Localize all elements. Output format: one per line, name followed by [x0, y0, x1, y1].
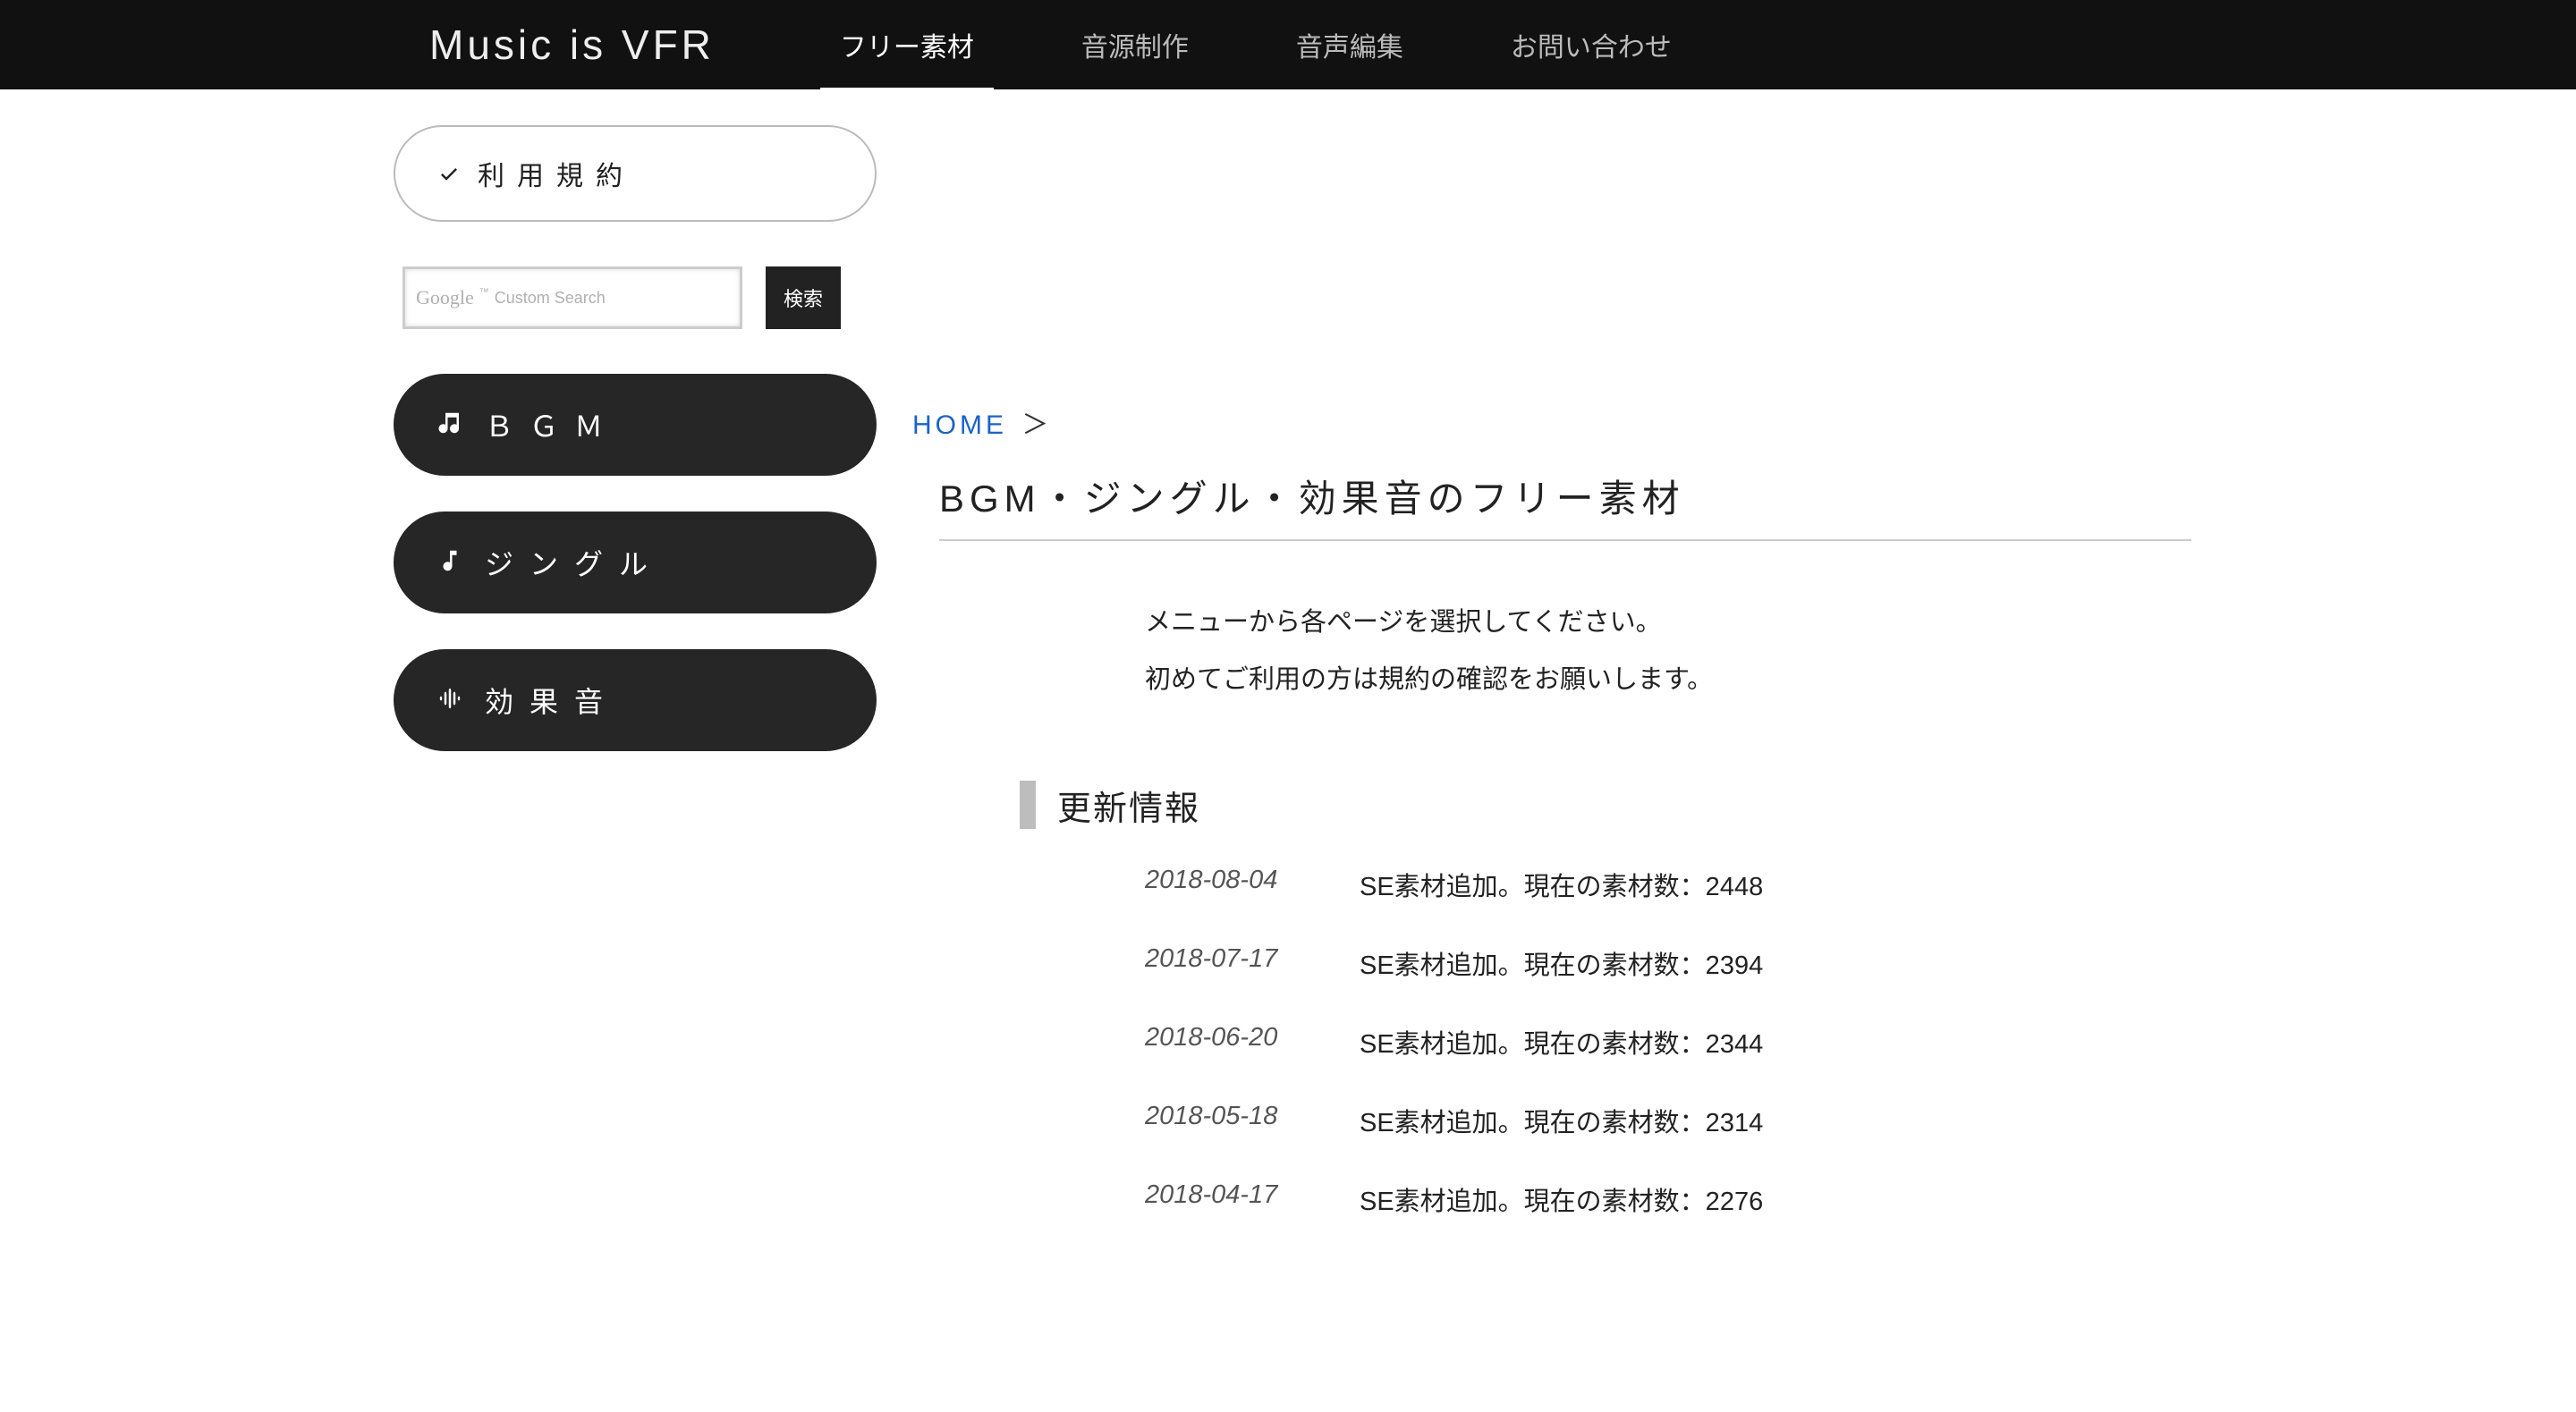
breadcrumb-separator: ＞	[1021, 410, 1048, 440]
update-heading: 更新情報	[1020, 781, 2415, 830]
sound-wave-icon	[436, 685, 463, 716]
terms-label: 利用規約	[478, 154, 635, 193]
search-input[interactable]: Google ™ Custom Search	[402, 266, 742, 329]
sidebar-item-label: ＢＧＭ	[485, 404, 619, 445]
nav-item-2[interactable]: 音声編集	[1242, 0, 1457, 93]
update-date: 2018-07-17	[1145, 944, 1306, 982]
update-desc: SE素材追加。現在の素材数：2448	[1360, 866, 1763, 903]
update-row: 2018-07-17 SE素材追加。現在の素材数：2394	[1145, 944, 2415, 982]
sidebar-item-0[interactable]: ＢＧＭ	[394, 374, 877, 476]
update-desc: SE素材追加。現在の素材数：2314	[1360, 1102, 1763, 1139]
tm-text: ™	[479, 287, 489, 298]
page-title: BGM・ジングル・効果音のフリー素材	[939, 469, 2191, 541]
update-row: 2018-06-20 SE素材追加。現在の素材数：2344	[1145, 1023, 2415, 1061]
update-date: 2018-08-04	[1145, 866, 1306, 903]
site-logo[interactable]: Music is VFR	[429, 21, 715, 69]
update-row: 2018-05-18 SE素材追加。現在の素材数：2314	[1145, 1102, 2415, 1139]
main-content: HOME ＞ BGM・ジングル・効果音のフリー素材 メニューから各ページを選択し…	[912, 125, 2576, 1259]
update-row: 2018-04-17 SE素材追加。現在の素材数：2276	[1145, 1180, 2415, 1218]
update-row: 2018-08-04 SE素材追加。現在の素材数：2448	[1145, 866, 2415, 903]
terms-button[interactable]: 利用規約	[394, 125, 877, 222]
update-date: 2018-05-18	[1145, 1102, 1306, 1139]
sidebar-item-2[interactable]: 効果音	[394, 649, 877, 751]
nav-item-0[interactable]: フリー素材	[786, 0, 1028, 93]
header: Music is VFR フリー素材音源制作音声編集お問い合わせ	[0, 0, 2576, 89]
nav-item-3[interactable]: お問い合わせ	[1457, 0, 1725, 93]
sidebar-item-1[interactable]: ジングル	[394, 512, 877, 613]
update-desc: SE素材追加。現在の素材数：2394	[1360, 944, 1763, 982]
music-note-double-icon	[436, 410, 463, 441]
nav-item-1[interactable]: 音源制作	[1028, 0, 1242, 93]
breadcrumb: HOME ＞	[912, 402, 2415, 442]
search-placeholder-tail: Custom Search	[495, 289, 606, 308]
search-row: Google ™ Custom Search 検索	[394, 266, 877, 329]
music-note-icon	[436, 547, 463, 579]
update-heading-text: 更新情報	[1057, 781, 1200, 830]
breadcrumb-home-link[interactable]: HOME	[912, 410, 1007, 440]
intro-text: メニューから各ページを選択してください。 初めてご利用の方は規約の確認をお願いし…	[1145, 595, 2415, 709]
sidebar: 利用規約 Google ™ Custom Search 検索 ＢＧＭ ジングル効果音	[394, 125, 877, 1259]
top-nav: フリー素材音源制作音声編集お問い合わせ	[786, 0, 1725, 93]
intro-line-1: メニューから各ページを選択してください。	[1145, 595, 2415, 652]
sidebar-item-label: 効果音	[485, 680, 619, 721]
update-desc: SE素材追加。現在の素材数：2344	[1360, 1023, 1763, 1061]
update-list: 2018-08-04 SE素材追加。現在の素材数：2448 2018-07-17 SE…	[1145, 866, 2415, 1218]
heading-bar-decoration	[1020, 781, 1036, 829]
google-brand-text: Google	[416, 286, 474, 309]
intro-line-2: 初めてご利用の方は規約の確認をお願いします。	[1145, 652, 2415, 709]
layout: 利用規約 Google ™ Custom Search 検索 ＢＧＭ ジングル効果音…	[0, 89, 2576, 1259]
sidebar-item-label: ジングル	[485, 542, 664, 583]
update-desc: SE素材追加。現在の素材数：2276	[1360, 1180, 1763, 1218]
update-date: 2018-04-17	[1145, 1180, 1306, 1218]
update-date: 2018-06-20	[1145, 1023, 1306, 1061]
check-icon	[438, 163, 460, 184]
search-button[interactable]: 検索	[766, 266, 841, 329]
